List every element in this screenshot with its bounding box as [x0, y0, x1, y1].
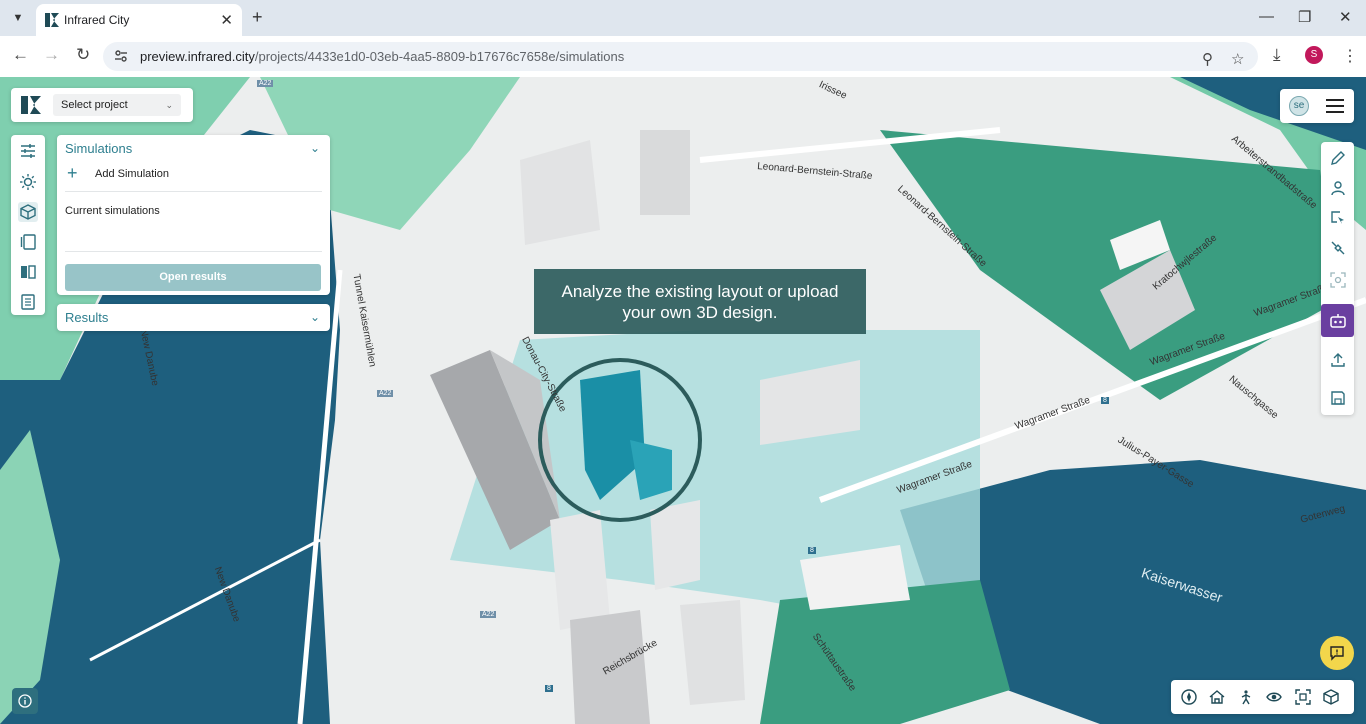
- chat-alert-icon: [1330, 646, 1344, 661]
- compass-icon[interactable]: [1180, 688, 1198, 706]
- tab-search-icon[interactable]: ▼: [6, 6, 30, 30]
- project-bar: Select project ⌄: [11, 88, 193, 122]
- bot-icon: [1330, 314, 1346, 328]
- infrared-logo-icon[interactable]: [21, 95, 41, 115]
- forward-icon[interactable]: →: [43, 45, 60, 65]
- zoom-icon[interactable]: ⚲: [1202, 50, 1213, 68]
- results-title: Results: [65, 310, 109, 325]
- add-simulation-label: Add Simulation: [95, 167, 169, 180]
- bookmark-star-icon[interactable]: ☆: [1231, 50, 1244, 68]
- chevron-down-icon[interactable]: ⌄: [310, 310, 320, 324]
- road-sign: A22: [257, 80, 274, 87]
- home-icon[interactable]: [1208, 688, 1226, 706]
- tooltip-line-1: Analyze the existing layout or upload: [561, 281, 839, 301]
- current-simulations-label: Current simulations: [65, 205, 160, 217]
- browser-tab[interactable]: Infrared City ✕: [36, 4, 242, 36]
- tab-close-icon[interactable]: ✕: [220, 11, 233, 29]
- address-bar: ← → ↻ preview.infrared.city/projects/443…: [0, 36, 1366, 78]
- tooltip-line-2: your own 3D design.: [622, 302, 778, 322]
- satellite-icon[interactable]: [1328, 238, 1348, 258]
- back-icon[interactable]: ←: [12, 45, 29, 65]
- save-icon[interactable]: [1328, 388, 1348, 408]
- user-menu: se: [1280, 89, 1354, 123]
- infrared-favicon-icon: [45, 13, 59, 27]
- onboarding-tooltip: Analyze the existing layout or upload you…: [534, 269, 866, 334]
- sliders-icon[interactable]: [18, 141, 38, 161]
- tram-sign: 8: [1101, 397, 1109, 404]
- panels-icon[interactable]: [18, 232, 38, 252]
- scan-icon[interactable]: [1328, 270, 1348, 290]
- eye-icon[interactable]: [1265, 688, 1283, 706]
- site-info-icon[interactable]: [113, 48, 129, 64]
- plus-icon: +: [67, 163, 78, 183]
- pencil-icon[interactable]: [1328, 148, 1348, 168]
- chevron-down-icon[interactable]: ⌄: [310, 141, 320, 155]
- profile-avatar[interactable]: S: [1305, 46, 1323, 64]
- open-results-button[interactable]: Open results: [65, 264, 321, 291]
- add-simulation-button[interactable]: + Add Simulation: [67, 163, 169, 184]
- ai-assistant-button[interactable]: [1321, 304, 1354, 337]
- divider: [65, 191, 322, 192]
- chevron-down-icon: ⌄: [165, 100, 173, 110]
- url-text: preview.infrared.city/projects/4433e1d0-…: [140, 49, 625, 64]
- box-icon[interactable]: [1322, 688, 1340, 706]
- split-view-icon[interactable]: [18, 262, 38, 282]
- info-icon: [18, 694, 32, 708]
- road-sign: A22: [480, 611, 497, 618]
- hamburger-menu-icon[interactable]: [1326, 99, 1344, 113]
- view-controls: [1171, 680, 1354, 714]
- frame-icon[interactable]: [1294, 688, 1312, 706]
- feedback-chat-button[interactable]: [1320, 636, 1354, 670]
- select-area-icon[interactable]: [1328, 208, 1348, 228]
- project-select[interactable]: Select project ⌄: [53, 94, 181, 116]
- document-icon[interactable]: [18, 292, 38, 312]
- left-toolbar: [11, 135, 45, 315]
- tram-sign: 8: [808, 547, 816, 554]
- divider: [65, 251, 322, 252]
- minimize-icon[interactable]: —: [1259, 8, 1274, 25]
- simulations-panel: Simulations ⌄ + Add Simulation Current s…: [57, 135, 330, 295]
- browser-tab-bar: ▼ Infrared City ✕ + — ❐ ✕: [0, 0, 1366, 36]
- avatar[interactable]: se: [1289, 96, 1309, 116]
- window-close-icon[interactable]: ✕: [1339, 8, 1352, 26]
- chrome-menu-icon[interactable]: ⋮: [1342, 46, 1358, 66]
- road-sign: A22: [377, 390, 394, 397]
- new-tab-icon[interactable]: +: [252, 7, 263, 28]
- simulations-title[interactable]: Simulations: [65, 141, 132, 156]
- info-button[interactable]: [12, 688, 38, 714]
- sun-icon[interactable]: [18, 172, 38, 192]
- walk-icon[interactable]: [1237, 688, 1255, 706]
- restore-icon[interactable]: ❐: [1298, 8, 1311, 26]
- tram-sign: 8: [545, 685, 553, 692]
- project-select-label: Select project: [61, 99, 128, 111]
- url-field[interactable]: preview.infrared.city/projects/4433e1d0-…: [103, 42, 1258, 71]
- upload-icon[interactable]: [1328, 350, 1348, 370]
- download-icon[interactable]: ⤓: [1273, 45, 1281, 65]
- person-pin-icon[interactable]: [1328, 178, 1348, 198]
- right-toolbar: [1321, 142, 1354, 415]
- reload-icon[interactable]: ↻: [76, 45, 90, 65]
- tab-title: Infrared City: [64, 13, 130, 27]
- results-panel[interactable]: Results ⌄: [57, 304, 330, 331]
- cube-icon[interactable]: [18, 202, 38, 222]
